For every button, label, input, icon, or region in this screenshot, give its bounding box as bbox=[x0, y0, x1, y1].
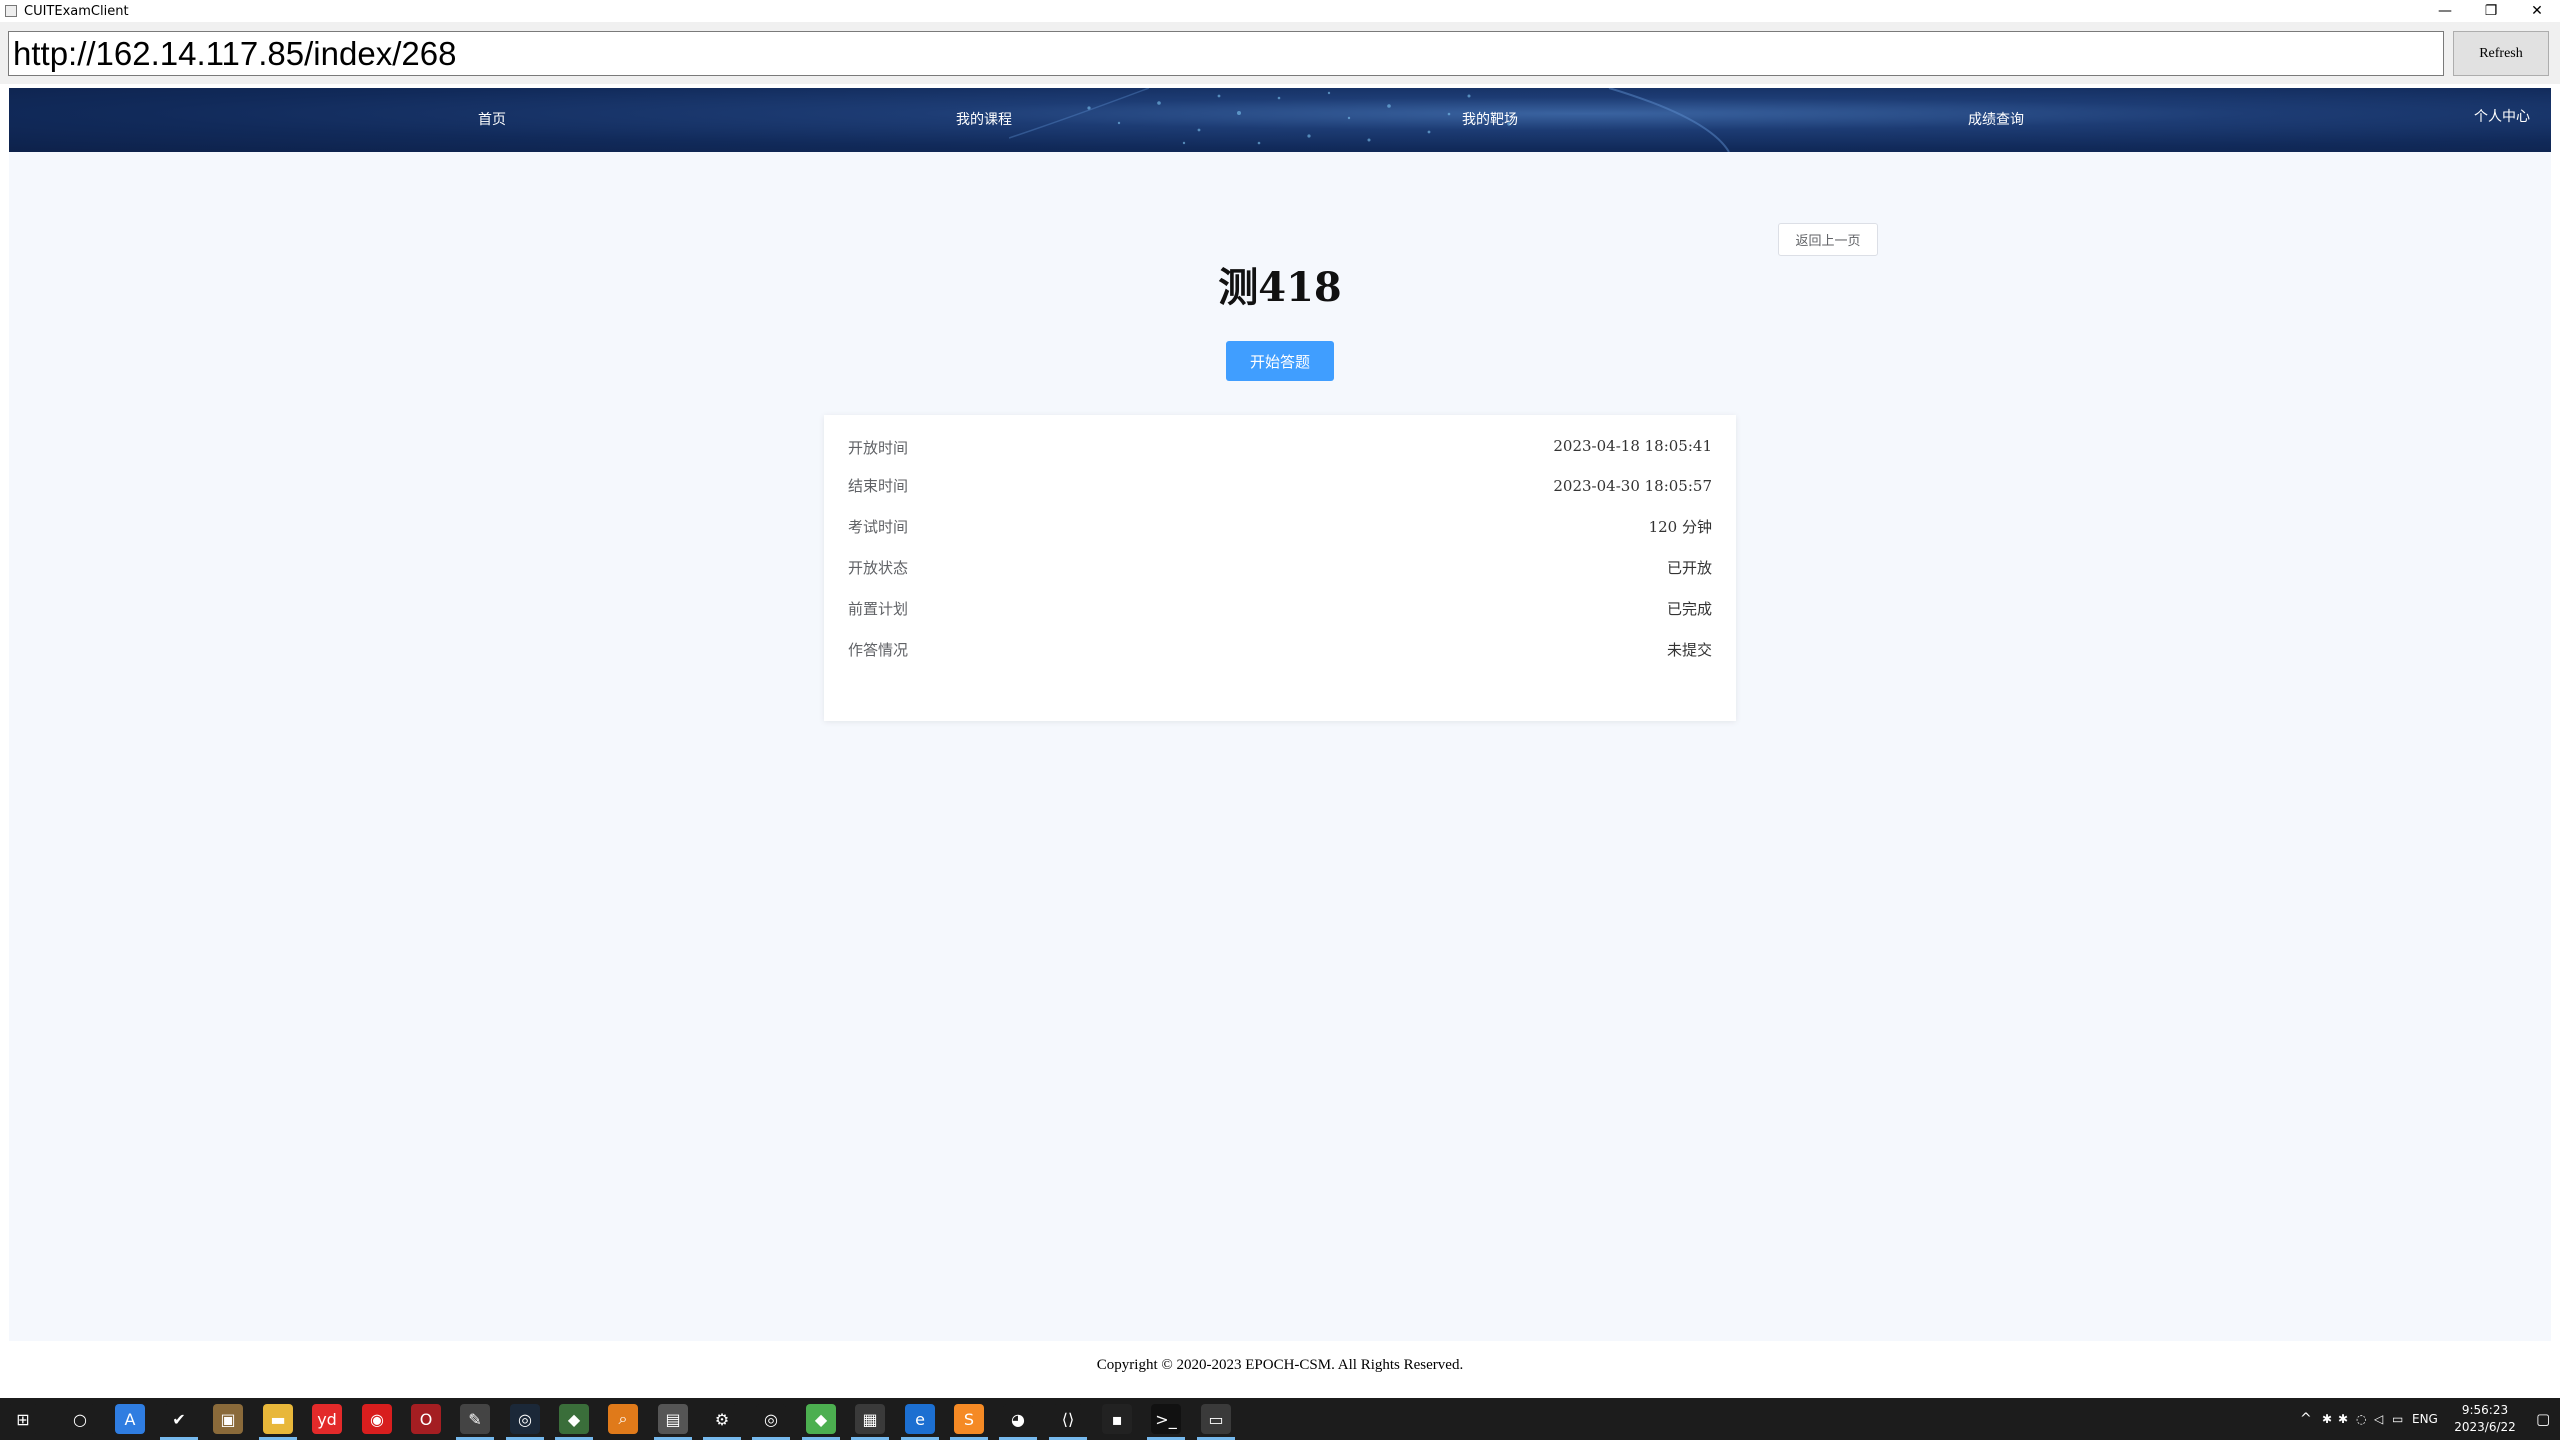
netease-music-icon[interactable]: ◉ bbox=[362, 1404, 392, 1434]
copyright-text: Copyright © 2020-2023 EPOCH-CSM. All Rig… bbox=[1096, 1357, 1464, 1373]
tray-volume-icon[interactable]: ◁ bbox=[2374, 1398, 2383, 1440]
info-row-submission: 作答情况 未提交 bbox=[824, 630, 1736, 671]
window-title-bar: CUITExamClient — ❐ ✕ bbox=[0, 0, 2560, 22]
info-value: 2023-04-18 18:05:41 bbox=[1553, 437, 1712, 455]
address-row: http://162.14.117.85/index/268 Refresh bbox=[0, 22, 2560, 84]
windows-taskbar: ⊞ ○ A ✔ ▣ ▬ yd ◉ O ✎ ◎ ◆ ⌕ ▤ ⚙ ◎ ◆ ▦ e S ◕ ⟨⟩ ▪ >_ ▭ ^ ✱ ✱ ◌ ◁ ▭… bbox=[0, 1398, 2560, 1440]
tray-display-icon[interactable]: ▭ bbox=[2392, 1398, 2403, 1440]
nav-item-profile[interactable]: 个人中心 bbox=[2474, 88, 2530, 149]
top-navbar: 首页 我的课程 我的靶场 成绩查询 个人中心 bbox=[9, 88, 2551, 152]
refresh-button[interactable]: Refresh bbox=[2453, 31, 2549, 76]
clock-date: 2023/6/22 bbox=[2454, 1420, 2516, 1434]
info-label: 考试时间 bbox=[848, 518, 909, 536]
app-icon bbox=[5, 5, 17, 17]
search-icon[interactable]: ○ bbox=[65, 1404, 95, 1434]
info-value: 120 分钟 bbox=[1648, 518, 1712, 536]
tray-bluetooth-icon[interactable]: ✱ bbox=[2322, 1398, 2332, 1440]
start-answering-button[interactable]: 开始答题 bbox=[1226, 341, 1334, 381]
chat-app-icon[interactable]: ◆ bbox=[559, 1404, 589, 1434]
window-title: CUITExamClient bbox=[24, 3, 129, 19]
notification-icon[interactable]: ▢ bbox=[2536, 1398, 2550, 1440]
minimize-button[interactable]: — bbox=[2422, 0, 2468, 22]
wechat-icon[interactable]: ◕ bbox=[1003, 1404, 1033, 1434]
nav-item-grades[interactable]: 成绩查询 bbox=[1968, 88, 2024, 152]
opera-icon[interactable]: O bbox=[411, 1404, 441, 1434]
edge-browser-icon[interactable]: e bbox=[905, 1404, 935, 1434]
nav-item-home[interactable]: 首页 bbox=[478, 88, 506, 152]
info-value: 2023-04-30 18:05:57 bbox=[1553, 477, 1712, 495]
exam-title: 测418 bbox=[1218, 264, 1342, 311]
terminal-icon[interactable]: >_ bbox=[1151, 1404, 1181, 1434]
language-indicator[interactable]: ENG bbox=[2412, 1398, 2438, 1440]
tray-app-icon[interactable]: ✱ bbox=[2338, 1398, 2348, 1440]
tray-chevron-icon[interactable]: ^ bbox=[2300, 1398, 2312, 1440]
window-controls: — ❐ ✕ bbox=[2422, 0, 2560, 22]
restore-button[interactable]: ❐ bbox=[2468, 0, 2514, 22]
steam-icon[interactable]: ◎ bbox=[510, 1404, 540, 1434]
window-icon[interactable]: ▤ bbox=[658, 1404, 688, 1434]
info-row-prerequisite: 前置计划 已完成 bbox=[824, 589, 1736, 630]
nav-item-my-courses[interactable]: 我的课程 bbox=[956, 88, 1012, 152]
url-input[interactable]: http://162.14.117.85/index/268 bbox=[8, 31, 2444, 76]
vscode-icon[interactable]: ⟨⟩ bbox=[1053, 1404, 1083, 1434]
package-icon[interactable]: ▣ bbox=[213, 1404, 243, 1434]
tray-network-icon[interactable]: ◌ bbox=[2356, 1398, 2366, 1440]
info-label: 前置计划 bbox=[848, 600, 909, 618]
file-explorer-icon[interactable]: ▬ bbox=[263, 1404, 293, 1434]
clock-time: 9:56:23 bbox=[2461, 1403, 2509, 1417]
notepad-icon[interactable]: ✎ bbox=[460, 1404, 490, 1434]
navbar-decoration bbox=[1009, 88, 1730, 152]
clock[interactable]: 9:56:23 2023/6/22 bbox=[2450, 1402, 2520, 1436]
info-value: 未提交 bbox=[1666, 641, 1712, 659]
settings-gear-icon[interactable]: ⚙ bbox=[707, 1404, 737, 1434]
info-label: 作答情况 bbox=[848, 641, 909, 659]
calculator-icon[interactable]: ▦ bbox=[855, 1404, 885, 1434]
cube-icon[interactable]: ◆ bbox=[806, 1404, 836, 1434]
system-tray: ^ ✱ ✱ ◌ ◁ ▭ ENG 9:56:23 2023/6/22 ▢ bbox=[2300, 1398, 2560, 1440]
info-row-open-status: 开放状态 已开放 bbox=[824, 548, 1736, 589]
info-label: 开放状态 bbox=[848, 559, 909, 577]
todo-icon[interactable]: ✔ bbox=[164, 1404, 194, 1434]
app-store-icon[interactable]: A bbox=[115, 1404, 145, 1434]
info-value: 已开放 bbox=[1666, 559, 1712, 577]
info-value: 已完成 bbox=[1666, 600, 1712, 618]
page-footer: Copyright © 2020-2023 EPOCH-CSM. All Rig… bbox=[9, 1341, 2551, 1390]
windows-start-icon[interactable]: ⊞ bbox=[8, 1404, 38, 1434]
web-page: 首页 我的课程 我的靶场 成绩查询 个人中心 返回上一页 测418 开始答题 开… bbox=[9, 88, 2551, 1390]
info-row-open-time: 开放时间 2023-04-18 18:05:41 bbox=[824, 426, 1736, 467]
info-label: 结束时间 bbox=[848, 477, 909, 495]
back-button[interactable]: 返回上一页 bbox=[1778, 223, 1878, 256]
charles-proxy-icon[interactable]: ▪ bbox=[1102, 1404, 1132, 1434]
close-button[interactable]: ✕ bbox=[2514, 0, 2560, 22]
circle-app-icon[interactable]: ◎ bbox=[756, 1404, 786, 1434]
sublime-text-icon[interactable]: S bbox=[954, 1404, 984, 1434]
exam-client-icon[interactable]: ▭ bbox=[1201, 1404, 1231, 1434]
youdao-icon[interactable]: yd bbox=[312, 1404, 342, 1434]
nav-item-my-range[interactable]: 我的靶场 bbox=[1462, 88, 1518, 152]
info-row-end-time: 结束时间 2023-04-30 18:05:57 bbox=[824, 466, 1736, 507]
info-label: 开放时间 bbox=[848, 439, 909, 457]
info-row-duration: 考试时间 120 分钟 bbox=[824, 507, 1736, 548]
exam-info-card: 开放时间 2023-04-18 18:05:41 结束时间 2023-04-30… bbox=[824, 415, 1736, 721]
magnifier-icon[interactable]: ⌕ bbox=[608, 1404, 638, 1434]
